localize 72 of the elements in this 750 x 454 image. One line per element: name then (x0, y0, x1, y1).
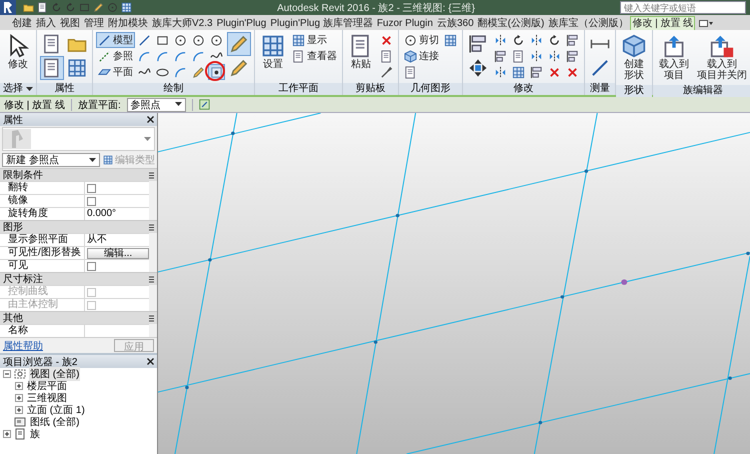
group-title: 图形 (3, 221, 23, 234)
tool-button[interactable]: 连接 (402, 48, 441, 64)
panel-title: 属性 (3, 114, 23, 126)
edit-button[interactable]: 编辑... (87, 248, 149, 258)
group-header[interactable]: 其他 (0, 311, 157, 324)
tool-button[interactable]: 粘贴 (346, 32, 376, 72)
ribbon-tab[interactable]: 族库大师V2.3 (150, 16, 215, 30)
placement-label: 放置平面: (78, 98, 121, 112)
tool-button[interactable]: 平面 (96, 64, 135, 80)
property-label: 显示参照平面 (7, 234, 69, 246)
ribbon-tab[interactable]: 创建 (10, 16, 34, 30)
tool-button[interactable]: 修改 (3, 32, 33, 72)
tool-button[interactable]: 设置 (258, 32, 288, 72)
tool-button[interactable]: 剪切 (402, 32, 441, 48)
property-value: 0.000° (87, 208, 116, 220)
property-label: 旋转角度 (7, 208, 49, 220)
type-selector[interactable]: 新建 参照点 (2, 153, 100, 167)
tree-item[interactable]: 三维视图 (26, 391, 68, 405)
tool-button[interactable]: 载入到 项目并关闭 (694, 32, 750, 83)
ribbon-tab[interactable]: Plugin'Plug (214, 16, 268, 30)
context-label: 修改 | 放置 线 (4, 98, 65, 112)
tree-item[interactable]: 图纸 (全部) (29, 415, 80, 429)
panel-label: 绘制 (164, 83, 184, 95)
ribbon-tab[interactable]: 视图 (58, 16, 82, 30)
group-header[interactable]: 图形 (0, 220, 157, 233)
ribbon-tab[interactable]: 族库宝（公测版） (546, 16, 630, 30)
tree-item[interactable]: 楼层平面 (26, 379, 68, 393)
ribbon-tab[interactable]: 云族360 (434, 16, 476, 30)
property-label: 名称 (7, 325, 29, 337)
ribbon-tab[interactable]: 翻模宝(公测版) (476, 16, 546, 30)
panel-label: 工作平面 (278, 83, 318, 95)
help-link[interactable]: 属性帮助 (3, 338, 43, 352)
apply-button: 应用 (114, 339, 154, 352)
tool-button[interactable]: 查看器 (290, 48, 339, 64)
panel-label: 测量 (590, 83, 610, 95)
tool-button[interactable]: 显示 (290, 32, 339, 48)
group-title: 限制条件 (3, 168, 43, 182)
panel-label: 形状 (624, 85, 644, 97)
placement-dropdown[interactable]: 参照点 (126, 98, 186, 112)
search-field[interactable]: 键入关键字或短语 (620, 1, 746, 14)
ribbon-tab[interactable]: Fuzor Plugin (374, 16, 435, 30)
ribbon-tab[interactable]: 附加模块 (106, 16, 150, 30)
group-title: 其他 (3, 312, 23, 325)
group-header[interactable]: 限制条件 (0, 168, 157, 181)
tool-button[interactable]: 参照 (96, 48, 135, 64)
panel-label: 修改 (514, 83, 534, 95)
property-label: 控制曲线 (7, 286, 49, 298)
property-value: 从不 (87, 234, 107, 246)
ribbon-tab[interactable]: Plugin'Plug 族库管理器 (268, 16, 375, 30)
panel-label: 属性 (54, 83, 74, 95)
panel-label: 几何图形 (410, 83, 450, 95)
property-label: 镜像 (7, 195, 29, 207)
tree-item[interactable]: 族 (29, 427, 41, 441)
property-label: 可见性/图形替换 (7, 247, 82, 259)
property-label: 由主体控制 (7, 299, 59, 311)
group-header[interactable]: 尺寸标注 (0, 272, 157, 285)
ribbon-tab[interactable]: 插入 (34, 16, 58, 30)
tool-button[interactable]: 载入到 项目 (656, 32, 692, 83)
panel-label: 选择 (3, 83, 23, 95)
tree-item[interactable]: 视图 (全部) (29, 367, 80, 381)
panel-label: 族编辑器 (683, 85, 723, 97)
property-label: 翻转 (7, 182, 29, 194)
property-label: 可见 (7, 260, 29, 272)
tree-item[interactable]: 立面 (立面 1) (26, 403, 86, 417)
ribbon-tab[interactable]: 修改 | 放置 线 (630, 16, 696, 30)
tool-button[interactable]: 模型 (96, 32, 135, 48)
tool-button[interactable]: 创建 形状 (619, 32, 649, 83)
ribbon-tab[interactable]: 管理 (82, 16, 106, 30)
window-title: Autodesk Revit 2016 - 族2 - 三维视图: {三维} (276, 2, 476, 14)
panel-label: 剪贴板 (356, 83, 386, 95)
panel-title: 项目浏览器 - 族2 (3, 356, 78, 368)
group-title: 尺寸标注 (3, 272, 43, 286)
